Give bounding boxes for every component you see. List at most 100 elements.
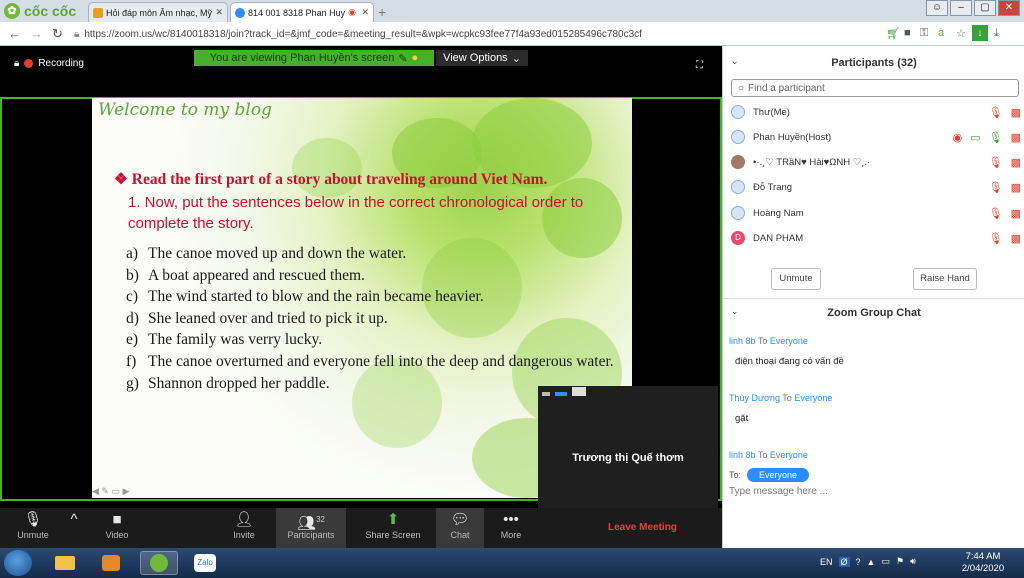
close-window-icon[interactable]: ✕ <box>998 0 1020 16</box>
muted-mic-icon: 🎙︎ <box>988 207 1003 220</box>
recording-label: Recording <box>38 58 84 69</box>
taskbar-clock[interactable]: 7:44 AM 2/04/2020 <box>946 551 1020 575</box>
participant-row[interactable]: Phan Huyền(Host) ◉ ▭ 🎙︎ ▩ <box>731 125 1021 149</box>
slide-sentence: f) The canoe overturned and everyone fell… <box>126 352 614 370</box>
windows-taskbar: Zalo EN Ø ? ▲ ▭ ⚑ 🔊︎ 7:44 AM 2/04/2020 <box>0 548 1024 578</box>
slide-controls-icon[interactable]: ◀ ✎ ▭ ▶ <box>92 486 129 497</box>
tab-favicon-icon <box>93 7 103 18</box>
more-dots-icon: ••• <box>503 511 519 528</box>
url-text: https://zoom.us/wc/8140018318/join?track… <box>84 28 642 40</box>
file-explorer-icon[interactable] <box>46 551 84 575</box>
meeting-toolbar: 🎙︎ Unmute ^ ■ Video 👤︎ Invite 👥︎32 Parti… <box>0 508 722 548</box>
avatar <box>731 105 745 119</box>
new-tab-icon[interactable]: + <box>378 4 386 20</box>
invite-button[interactable]: 👤︎ Invite <box>220 508 268 548</box>
avatar <box>731 180 745 194</box>
reload-icon[interactable]: ↻ <box>52 26 63 42</box>
participant-row[interactable]: Đỗ Trang 🎙︎ ▩ <box>731 175 1021 199</box>
raise-hand-button[interactable]: Raise Hand <box>913 268 977 290</box>
chat-message-text: gặt <box>735 413 749 424</box>
video-button[interactable]: ■ Video <box>92 508 142 548</box>
chat-message-input[interactable]: Type message here ... <box>729 486 828 497</box>
slide-sentence: e) The family was verry lucky. <box>126 331 323 349</box>
video-off-icon: ▩ <box>1010 131 1021 144</box>
slide-instruction: 1. Now, put the sentences below in the c… <box>128 194 584 232</box>
recording-indicator[interactable]: 🔒︎ Recording <box>14 58 84 69</box>
audio-options-button[interactable]: ^ <box>64 508 84 548</box>
participant-search-input[interactable]: ○ Find a participant <box>731 79 1019 97</box>
coccoc-extension-icon[interactable]: à <box>938 27 944 39</box>
download-arrow-icon[interactable]: ⤓ <box>994 27 999 40</box>
maximize-icon[interactable]: ▢ <box>974 0 996 16</box>
view-options-button[interactable]: View Options ⌄ <box>436 50 528 66</box>
video-off-icon: ▩ <box>1010 232 1021 245</box>
slide-heading: ❖ Read the first part of a story about t… <box>114 171 548 188</box>
key-icon[interactable]: ⚿ <box>920 27 928 40</box>
tab-zoom-meeting[interactable]: 814 001 8318 Phan Huy ◉ ✕ <box>230 2 374 22</box>
ime-icon[interactable]: Ø <box>838 556 850 567</box>
active-mic-icon: 🎙︎ <box>988 131 1003 144</box>
flag-icon[interactable]: ⚑ <box>896 556 904 567</box>
chat-message-header: linh 8b To Everyone <box>729 336 808 346</box>
close-tab-icon[interactable]: ✕ <box>361 7 369 18</box>
media-player-icon[interactable] <box>92 551 130 575</box>
url-field[interactable]: 🔒︎ https://zoom.us/wc/8140018318/join?tr… <box>74 25 866 43</box>
browser-brand-name: cốc cốc <box>24 3 77 19</box>
viewing-banner-text: You are viewing Phan Huyền's screen <box>209 52 395 64</box>
minimize-video-icon[interactable] <box>542 392 550 396</box>
muted-mic-icon: 🎙︎ <box>988 181 1003 194</box>
self-view-controls[interactable] <box>542 387 586 396</box>
forward-icon[interactable]: → <box>30 26 43 41</box>
participant-row[interactable]: Thư(Me) 🎙︎ ▩ <box>731 100 1021 124</box>
video-off-icon: ▩ <box>1010 181 1021 194</box>
chevron-up-icon: ^ <box>70 511 78 528</box>
status-icon: ● <box>411 52 419 64</box>
tab-hoi-dap[interactable]: Hỏi đáp môn Âm nhạc, Mỹ ✕ <box>88 2 228 22</box>
download-icon[interactable]: ↓ <box>972 25 988 41</box>
chat-to-label: To: <box>729 470 742 480</box>
start-button-icon[interactable] <box>4 550 32 576</box>
slide-sentence: d) She leaned over and tried to pick it u… <box>126 309 388 327</box>
coccoc-browser-icon[interactable] <box>140 551 178 575</box>
zoom-favicon-icon <box>235 7 245 18</box>
participant-row[interactable]: Hoàng Nam 🎙︎ ▩ <box>731 201 1021 225</box>
video-off-icon: ▩ <box>1010 106 1021 119</box>
participants-button[interactable]: 👥︎32 Participants <box>276 508 346 548</box>
avatar <box>731 130 745 144</box>
leave-meeting-button[interactable]: Leave Meeting <box>608 522 677 533</box>
volume-icon[interactable]: 🔊︎ <box>910 556 916 567</box>
more-button[interactable]: ••• More <box>492 508 530 548</box>
unmute-button[interactable]: 🎙︎ Unmute <box>8 508 58 548</box>
self-view-video[interactable]: Trương thị Quế thơm <box>538 386 718 508</box>
coccoc-logo-icon: ✿ <box>4 3 20 19</box>
tab-title: Hỏi đáp môn Âm nhạc, Mỹ <box>106 7 213 18</box>
zalo-icon[interactable]: Zalo <box>186 551 224 575</box>
chat-bubble-icon: 💬︎ <box>450 511 470 528</box>
participant-row[interactable]: •·.¸♡ TRầN♥ Hải♥ΩNH ♡¸.· 🎙︎ ▩ <box>731 150 1021 174</box>
unmute-me-button[interactable]: Unmute <box>771 268 821 290</box>
resize-video-icon[interactable] <box>555 392 567 396</box>
share-screen-button[interactable]: ⬆ Share Screen <box>360 508 426 548</box>
bookmark-star-icon[interactable]: ☆ <box>956 27 966 40</box>
close-tab-icon[interactable]: ✕ <box>215 7 223 18</box>
browser-brand[interactable]: ✿ cốc cốc <box>4 2 76 20</box>
back-icon[interactable]: ← <box>8 26 21 41</box>
language-indicator[interactable]: EN <box>820 557 833 567</box>
video-extension-icon[interactable]: ■ <box>904 27 911 39</box>
minimize-icon[interactable]: – <box>950 0 972 16</box>
cart-extension-icon[interactable]: 🛒︎ <box>886 27 900 40</box>
show-hidden-icons-icon[interactable]: ▲ <box>867 557 876 567</box>
fullscreen-icon[interactable]: ⛶ <box>696 60 703 71</box>
slide-sentence: c) The wind started to blow and the rain … <box>126 288 484 306</box>
participant-row[interactable]: D DAN PHAM 🎙︎ ▩ <box>731 226 1021 250</box>
chat-recipient-select[interactable]: Everyone <box>747 468 810 482</box>
network-icon[interactable]: ▭ <box>881 556 890 567</box>
chevron-down-icon: ⌄ <box>511 52 521 65</box>
profile-icon[interactable]: ☺ <box>926 0 948 16</box>
chat-message-header: Thùy Dương To Everyone <box>729 393 833 403</box>
expand-video-icon[interactable] <box>572 387 586 396</box>
secure-lock-icon: 🔒︎ <box>74 28 80 40</box>
avatar <box>731 206 745 220</box>
help-icon[interactable]: ? <box>856 557 861 567</box>
chat-button[interactable]: 💬︎ Chat <box>436 508 484 548</box>
